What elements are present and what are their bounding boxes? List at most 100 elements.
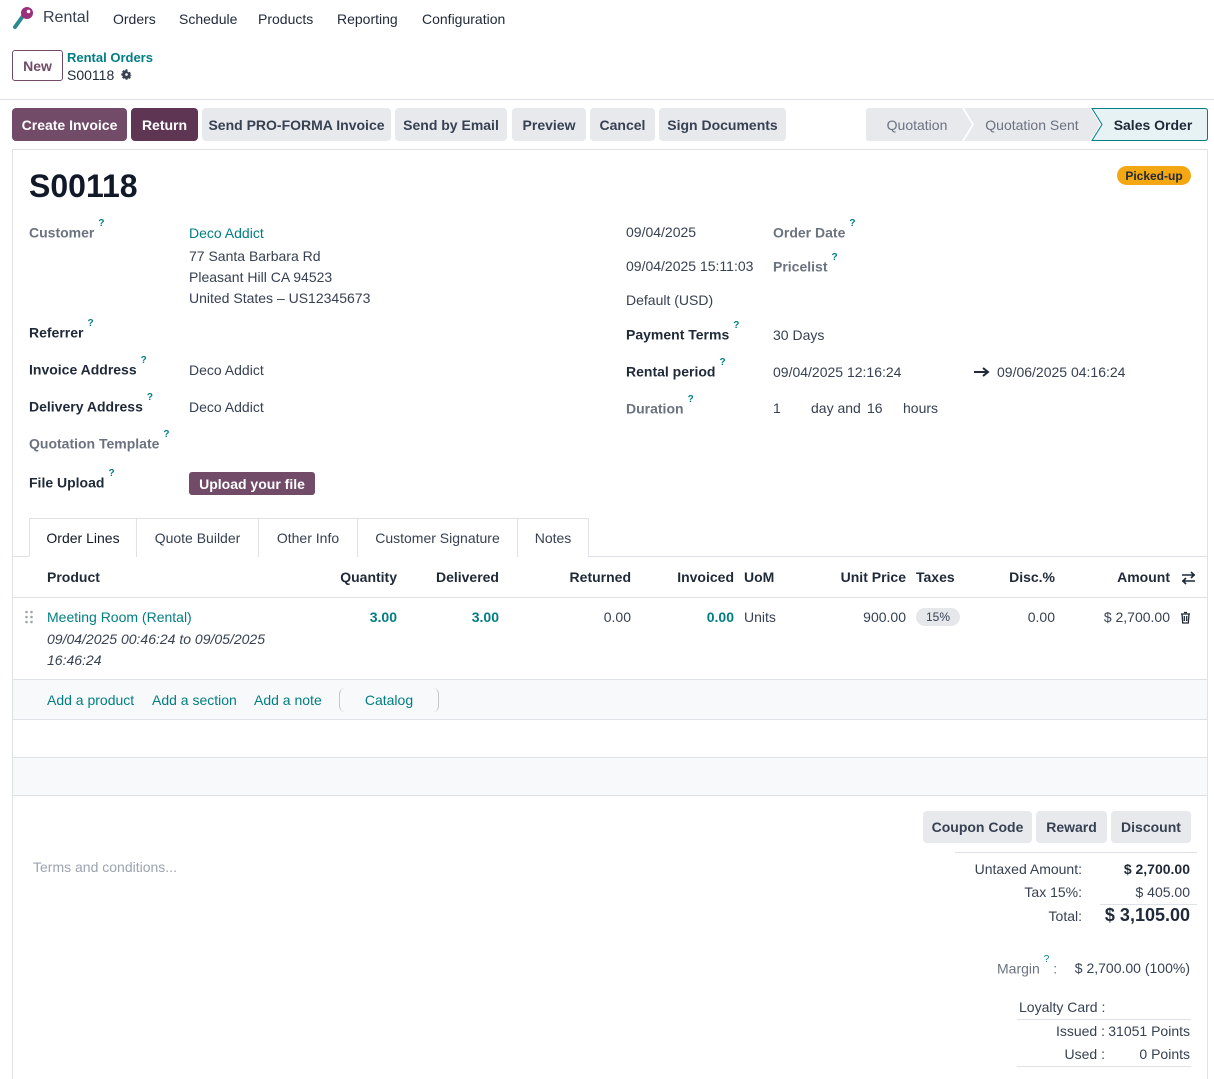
help-icon[interactable]: ?	[733, 320, 739, 331]
tax-label: Tax 15%:	[1024, 884, 1082, 900]
unit-price-cell[interactable]: 900.00	[816, 609, 906, 625]
pricelist-label: Pricelist?	[773, 252, 838, 275]
invoiced-cell[interactable]: 0.00	[654, 609, 734, 625]
returned-cell[interactable]: 0.00	[541, 609, 631, 625]
used-value: 0 Points	[1139, 1046, 1190, 1062]
help-icon[interactable]: ?	[831, 252, 837, 263]
order-datetime-value: 09/04/2025 15:11:03	[626, 258, 754, 274]
file-upload-label: File Upload?	[29, 468, 115, 491]
help-icon[interactable]: ?	[108, 468, 114, 479]
payment-terms-label: Payment Terms?	[626, 320, 740, 343]
pricelist-field[interactable]: Default (USD)	[626, 292, 713, 308]
header-product[interactable]: Product	[47, 569, 100, 585]
delivery-address-label: Delivery Address?	[29, 392, 153, 415]
header-quantity[interactable]: Quantity	[317, 569, 397, 585]
tab-notes[interactable]: Notes	[517, 518, 589, 557]
payment-terms-field[interactable]: 30 Days	[773, 327, 824, 343]
rental-end-field[interactable]: 09/06/2025 04:16:24	[997, 364, 1125, 380]
invoice-address-field[interactable]: Deco Addict	[189, 362, 264, 378]
breadcrumb-current: S00118	[67, 67, 115, 83]
gear-icon[interactable]	[120, 68, 133, 81]
menu-reporting[interactable]: Reporting	[337, 11, 398, 27]
duration-hour-unit: hours	[903, 400, 939, 416]
discount-button[interactable]: Discount	[1111, 811, 1191, 843]
issued-label: Issued :	[1055, 1023, 1105, 1039]
tab-quote-builder[interactable]: Quote Builder	[136, 518, 259, 557]
delivered-cell[interactable]: 3.00	[409, 609, 499, 625]
uom-cell[interactable]: Units	[744, 609, 776, 625]
quantity-cell[interactable]: 3.00	[317, 609, 397, 625]
order-date-value[interactable]: 09/04/2025	[626, 224, 696, 240]
help-icon[interactable]: ?	[1044, 954, 1050, 965]
duration-hours-field[interactable]: 16	[867, 400, 883, 416]
rental-app-logo[interactable]	[11, 6, 35, 30]
untaxed-amount-value: $ 2,700.00	[1123, 861, 1190, 877]
menu-orders[interactable]: Orders	[113, 11, 156, 27]
sign-documents-button[interactable]: Sign Documents	[659, 108, 786, 141]
create-invoice-button[interactable]: Create Invoice	[12, 108, 127, 141]
drag-handle-icon[interactable]	[24, 610, 34, 624]
cancel-button[interactable]: Cancel	[590, 108, 655, 141]
product-name[interactable]: Meeting Room (Rental)	[47, 609, 192, 625]
add-product-link[interactable]: Add a product	[47, 692, 134, 708]
rental-period-line-1: 09/04/2025 00:46:24 to 09/05/2025	[47, 631, 265, 647]
header-unit-price[interactable]: Unit Price	[816, 569, 906, 585]
quotation-template-label: Quotation Template?	[29, 429, 170, 452]
coupon-code-button[interactable]: Coupon Code	[923, 811, 1032, 843]
header-disc[interactable]: Disc.%	[985, 569, 1055, 585]
header-invoiced[interactable]: Invoiced	[654, 569, 734, 585]
tax-tag[interactable]: 15%	[916, 608, 960, 626]
add-note-link[interactable]: Add a note	[254, 692, 322, 708]
rental-start-field[interactable]: 09/04/2025 12:16:24	[773, 364, 901, 380]
help-icon[interactable]: ?	[163, 429, 169, 440]
header-divider	[13, 597, 1207, 598]
reward-button[interactable]: Reward	[1036, 811, 1107, 843]
header-returned[interactable]: Returned	[541, 569, 631, 585]
return-button[interactable]: Return	[131, 108, 198, 141]
discount-cell[interactable]: 0.00	[985, 609, 1055, 625]
delivery-address-field[interactable]: Deco Addict	[189, 399, 264, 415]
upload-file-button[interactable]: Upload your file	[189, 472, 315, 495]
send-proforma-button[interactable]: Send PRO-FORMA Invoice	[202, 108, 391, 141]
help-icon[interactable]: ?	[719, 357, 725, 368]
breadcrumb-parent[interactable]: Rental Orders	[67, 50, 153, 65]
stage-sales-order[interactable]: Sales Order	[1098, 108, 1208, 141]
arrow-right-icon	[974, 367, 990, 377]
header-delivered[interactable]: Delivered	[409, 569, 499, 585]
terms-and-conditions-input[interactable]: Terms and conditions...	[33, 859, 177, 875]
help-icon[interactable]: ?	[87, 318, 93, 329]
column-settings-icon[interactable]	[1181, 571, 1196, 585]
help-icon[interactable]: ?	[849, 218, 855, 229]
new-button[interactable]: New	[12, 50, 63, 81]
help-icon[interactable]: ?	[141, 355, 147, 366]
tab-other-info[interactable]: Other Info	[258, 518, 358, 557]
send-by-email-button[interactable]: Send by Email	[395, 108, 507, 141]
table-bottom-divider	[13, 795, 1207, 796]
status-badge: Picked-up	[1117, 166, 1191, 185]
help-icon[interactable]: ?	[147, 392, 153, 403]
stage-quotation-sent[interactable]: Quotation Sent	[970, 108, 1094, 141]
app-name[interactable]: Rental	[43, 9, 89, 27]
header-taxes[interactable]: Taxes	[916, 569, 955, 585]
header-amount[interactable]: Amount	[1080, 569, 1170, 585]
help-icon[interactable]: ?	[98, 218, 104, 229]
customer-field[interactable]: Deco Addict	[189, 225, 264, 241]
header-uom[interactable]: UoM	[744, 569, 774, 585]
trash-icon[interactable]	[1180, 611, 1191, 624]
menu-configuration[interactable]: Configuration	[422, 11, 505, 27]
tab-customer-signature[interactable]: Customer Signature	[357, 518, 518, 557]
address-line-2: Pleasant Hill CA 94523	[189, 269, 333, 285]
rental-period-line-2: 16:46:24	[47, 652, 102, 668]
duration-label: Duration?	[626, 394, 694, 417]
menu-schedule[interactable]: Schedule	[179, 11, 237, 27]
stage-quotation[interactable]: Quotation	[866, 108, 968, 141]
order-date-label: Order Date?	[773, 218, 856, 241]
preview-button[interactable]: Preview	[512, 108, 586, 141]
duration-days-field[interactable]: 1	[773, 400, 781, 416]
tab-order-lines[interactable]: Order Lines	[29, 518, 137, 557]
menu-products[interactable]: Products	[258, 11, 313, 27]
help-icon[interactable]: ?	[688, 394, 694, 405]
catalog-button[interactable]: Catalog	[339, 688, 439, 712]
order-title: S00118	[29, 168, 138, 204]
add-section-link[interactable]: Add a section	[152, 692, 237, 708]
